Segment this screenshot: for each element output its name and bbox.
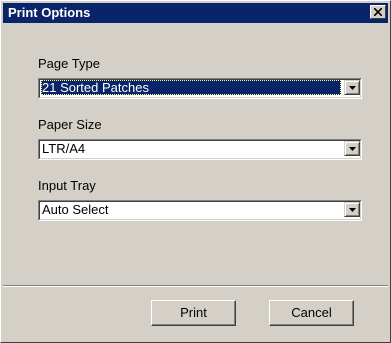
title-bar[interactable]: Print Options — [3, 3, 388, 23]
print-button[interactable]: Print — [151, 300, 236, 326]
window-title: Print Options — [8, 5, 91, 20]
close-button[interactable] — [370, 5, 386, 19]
paper-size-select[interactable]: LTR/A4 — [38, 139, 362, 160]
input-tray-value: Auto Select — [42, 202, 109, 217]
chevron-down-icon — [349, 86, 356, 90]
print-options-dialog: Print Options Page Type 21 Sorted Patche… — [0, 0, 391, 343]
paper-size-dropdown-button[interactable] — [344, 141, 360, 156]
close-icon — [374, 8, 382, 16]
input-tray-dropdown-button[interactable] — [344, 202, 360, 217]
chevron-down-icon — [349, 208, 356, 212]
page-type-dropdown-button[interactable] — [344, 80, 360, 95]
page-type-label: Page Type — [38, 56, 100, 71]
input-tray-select[interactable]: Auto Select — [38, 200, 362, 221]
separator-highlight — [3, 286, 388, 287]
chevron-down-icon — [349, 147, 356, 151]
input-tray-label: Input Tray — [38, 178, 96, 193]
page-type-value: 21 Sorted Patches — [41, 80, 341, 95]
paper-size-label: Paper Size — [38, 117, 102, 132]
paper-size-value: LTR/A4 — [42, 141, 86, 156]
page-type-select[interactable]: 21 Sorted Patches — [38, 78, 362, 99]
cancel-button[interactable]: Cancel — [269, 300, 354, 326]
